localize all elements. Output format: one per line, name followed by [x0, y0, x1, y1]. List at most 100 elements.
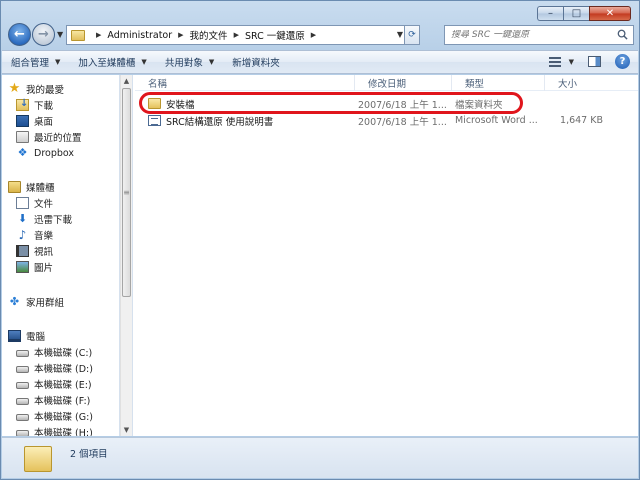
star-icon: ★	[8, 81, 21, 96]
address-history-dropdown[interactable]: ▼	[397, 30, 403, 39]
chevron-right-icon[interactable]: ▶	[311, 31, 316, 39]
back-button[interactable]: ←	[8, 23, 31, 46]
column-header-name[interactable]: 名稱	[135, 75, 355, 91]
preview-pane-icon[interactable]	[588, 56, 601, 67]
navigation-pane-scrollbar[interactable]: ▲ ≡ ▼	[120, 75, 133, 436]
folder-icon	[71, 29, 85, 41]
sidebar-item-label: 下載	[34, 101, 54, 112]
breadcrumb-administrator[interactable]: Administrator	[107, 30, 172, 41]
search-input[interactable]	[451, 30, 611, 40]
column-header-label: 名稱	[148, 79, 168, 90]
sidebar-item-label: 本機磁碟 (E:)	[34, 380, 92, 391]
recent-places-icon	[16, 131, 29, 143]
homegroup-icon: ✤	[9, 295, 20, 308]
chevron-down-icon: ▼	[141, 58, 147, 66]
sidebar-item-label: 本機磁碟 (G:)	[34, 412, 93, 423]
close-button[interactable]: ✕	[589, 6, 631, 21]
navigation-pane: ★ 我的最愛 下載 桌面 最近的位置 ❖ Dropbox 媒體櫃	[2, 75, 120, 436]
hard-drive-icon	[16, 398, 29, 405]
column-header-date[interactable]: 修改日期	[355, 75, 452, 91]
video-icon	[16, 245, 29, 257]
column-headers: 名稱 修改日期 類型 大小	[135, 75, 638, 91]
chevron-down-icon: ▼	[208, 58, 215, 66]
sidebar-item-documents[interactable]: 文件	[2, 195, 53, 211]
computer-icon	[8, 330, 21, 342]
share-with-button[interactable]: 共用對象 ▼	[156, 51, 223, 73]
highlight-annotation	[139, 92, 523, 114]
file-name: SRC結構還原 使用說明書	[166, 116, 274, 128]
sidebar-group-favorites[interactable]: ★ 我的最愛	[2, 81, 64, 97]
sidebar-item-drive-c[interactable]: 本機磁碟 (C:)	[2, 344, 92, 360]
file-date: 2007/6/18 上午 1...	[358, 116, 447, 128]
sidebar-item-drive-g[interactable]: 本機磁碟 (G:)	[2, 408, 93, 424]
hard-drive-icon	[16, 430, 29, 436]
refresh-icon: ⟳	[408, 30, 416, 40]
recent-pages-dropdown[interactable]: ▼	[57, 30, 63, 39]
view-controls: ▼ ?	[548, 54, 630, 69]
minimize-button[interactable]: –	[537, 6, 563, 21]
chevron-right-icon[interactable]: ▶	[178, 31, 183, 39]
sidebar-item-videos[interactable]: 視訊	[2, 243, 53, 259]
sidebar-item-pictures[interactable]: 圖片	[2, 259, 53, 275]
sidebar-item-dropbox[interactable]: ❖ Dropbox	[2, 145, 74, 161]
thunder-download-icon: ⬇	[17, 212, 28, 225]
dropbox-icon: ❖	[17, 146, 28, 159]
organize-button[interactable]: 組合管理 ▼	[2, 51, 69, 73]
hard-drive-icon	[16, 350, 29, 357]
sidebar-item-label: 本機磁碟 (F:)	[34, 396, 91, 407]
view-list-icon	[548, 56, 561, 67]
sidebar-item-downloads[interactable]: 下載	[2, 97, 53, 113]
organize-label: 組合管理	[11, 58, 50, 69]
arrow-right-icon: →	[38, 27, 49, 42]
sidebar-group-label: 電腦	[26, 332, 46, 343]
sidebar-item-drive-d[interactable]: 本機磁碟 (D:)	[2, 360, 93, 376]
sidebar-item-music[interactable]: ♪ 音樂	[2, 227, 53, 243]
sidebar-group-label: 媒體櫃	[26, 183, 55, 194]
file-row[interactable]: SRC結構還原 使用說明書 2007/6/18 上午 1... Microsof…	[135, 112, 638, 129]
sidebar-group-libraries[interactable]: 媒體櫃	[2, 179, 55, 195]
sidebar-group-computer[interactable]: 電腦	[2, 328, 45, 344]
hard-drive-icon	[16, 414, 29, 421]
sidebar-item-desktop[interactable]: 桌面	[2, 113, 53, 129]
documents-icon	[16, 197, 29, 209]
address-bar[interactable]: ▶ Administrator ▶ 我的文件 ▶ SRC 一鍵還原 ▶ ▼ ⟳	[66, 25, 420, 45]
pictures-icon	[16, 261, 29, 273]
change-view-button[interactable]: ▼	[548, 56, 574, 67]
content-area: ★ 我的最愛 下載 桌面 最近的位置 ❖ Dropbox 媒體櫃	[2, 75, 638, 436]
sidebar-item-label: 最近的位置	[34, 133, 82, 144]
chevron-right-icon[interactable]: ▶	[96, 31, 101, 39]
chevron-down-icon: ▼	[55, 58, 61, 66]
maximize-button[interactable]: □	[563, 6, 589, 21]
column-header-size[interactable]: 大小	[545, 75, 609, 91]
breadcrumb-current-folder[interactable]: SRC 一鍵還原	[245, 28, 305, 42]
word-document-icon	[148, 115, 161, 126]
sidebar-group-homegroup[interactable]: ✤ 家用群組	[2, 294, 64, 310]
file-list: 名稱 修改日期 類型 大小 安裝檔 2007/6/18 上午 1... 檔案資料…	[135, 75, 638, 436]
details-pane: 2 個項目	[2, 437, 638, 478]
sidebar-item-drive-h[interactable]: 本機磁碟 (H:)	[2, 424, 93, 436]
refresh-button[interactable]: ⟳	[404, 25, 420, 45]
sidebar-item-drive-f[interactable]: 本機磁碟 (F:)	[2, 392, 90, 408]
sidebar-item-drive-e[interactable]: 本機磁碟 (E:)	[2, 376, 92, 392]
explorer-window: – □ ✕ ← → ▼ ▶ Administrator ▶ 我的文件 ▶ SRC…	[0, 0, 640, 480]
column-header-type[interactable]: 類型	[452, 75, 545, 91]
sidebar-item-label: 音樂	[34, 231, 54, 242]
item-count: 2 個項目	[70, 449, 108, 460]
new-folder-button[interactable]: 新增資料夾	[223, 51, 289, 73]
arrow-left-icon: ←	[14, 27, 25, 42]
scrollbar-thumb[interactable]: ≡	[122, 88, 131, 297]
sidebar-item-label: 迅雷下載	[34, 215, 73, 226]
chevron-right-icon[interactable]: ▶	[234, 31, 239, 39]
desktop-icon	[16, 115, 29, 127]
sidebar-item-label: 視訊	[34, 247, 54, 258]
forward-button[interactable]: →	[32, 23, 55, 46]
search-box[interactable]	[444, 25, 634, 45]
scroll-up-button[interactable]: ▲	[121, 75, 132, 87]
sidebar-item-recent-places[interactable]: 最近的位置	[2, 129, 82, 145]
add-to-library-button[interactable]: 加入至媒體櫃 ▼	[69, 51, 155, 73]
sidebar-item-thunder-downloads[interactable]: ⬇ 迅雷下載	[2, 211, 72, 227]
scroll-down-button[interactable]: ▼	[121, 424, 132, 436]
help-icon[interactable]: ?	[615, 54, 630, 69]
breadcrumb-my-documents[interactable]: 我的文件	[190, 28, 228, 42]
search-icon[interactable]	[617, 29, 628, 40]
